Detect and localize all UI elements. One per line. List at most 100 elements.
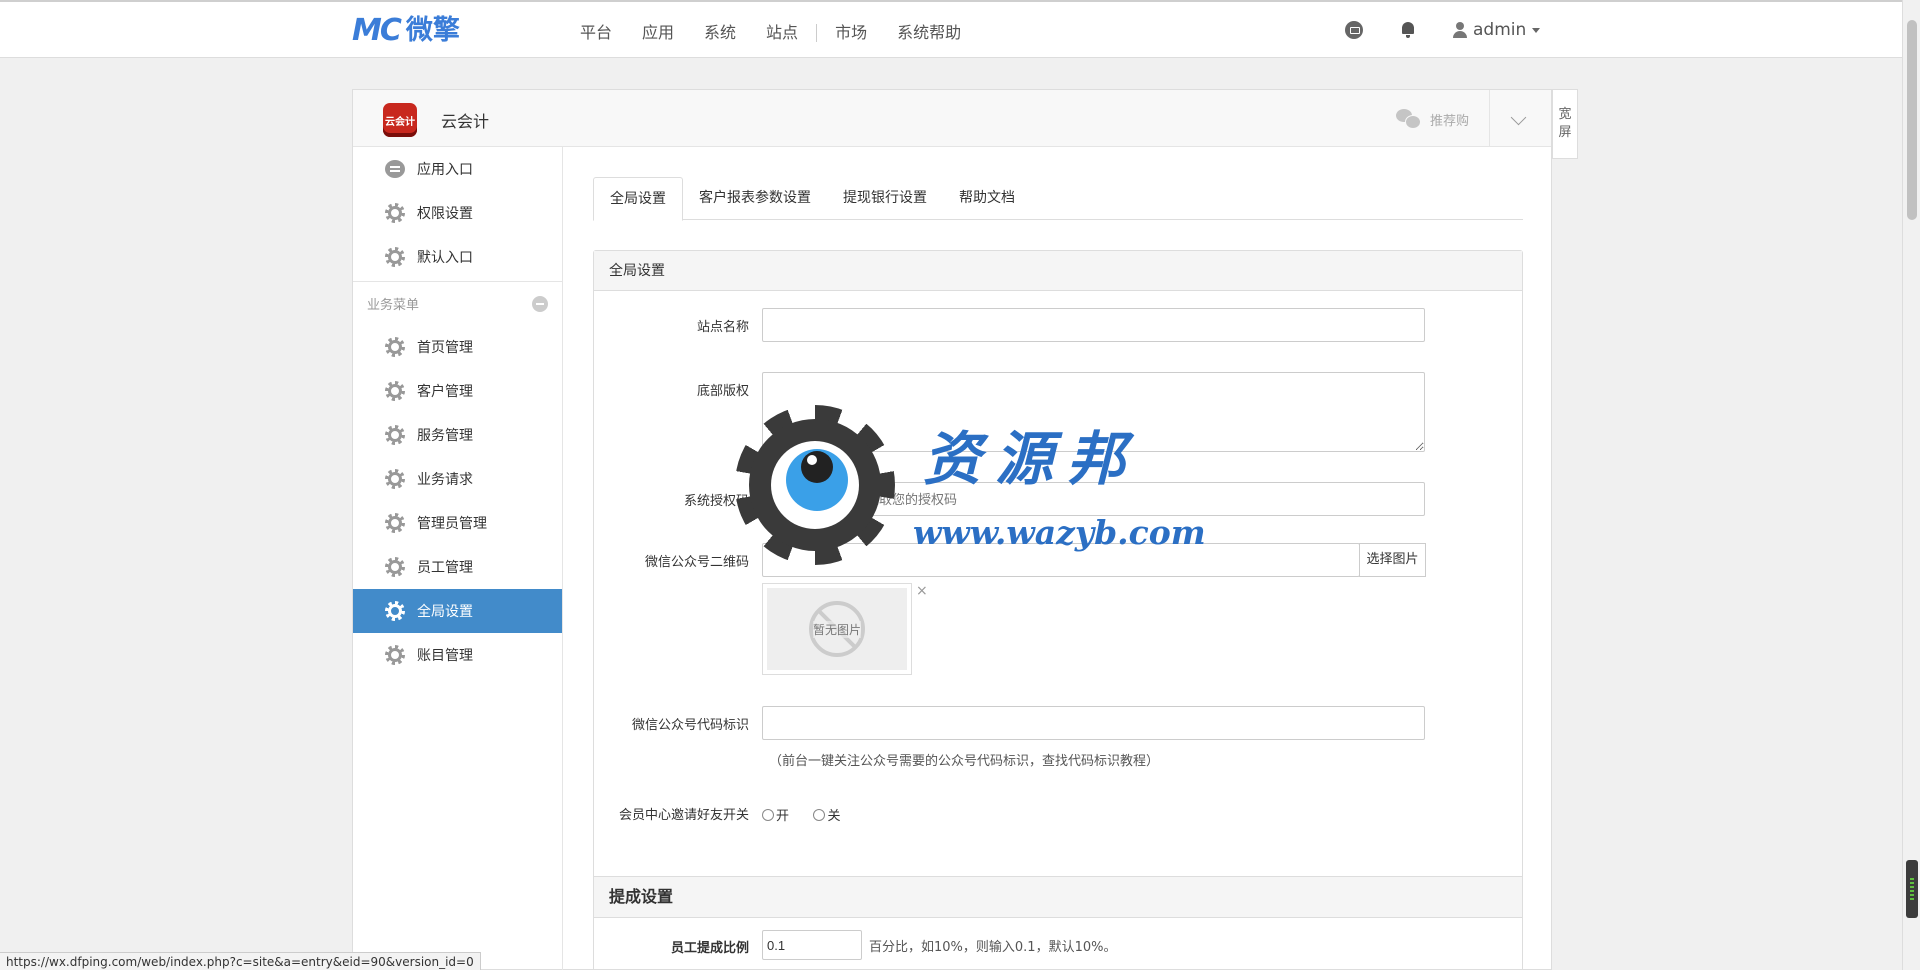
message-icon[interactable]	[1345, 21, 1363, 39]
gear-icon	[385, 425, 405, 445]
sidebar-item-label: 服务管理	[417, 428, 473, 444]
wide-screen-label: 宽	[1558, 107, 1572, 122]
logo-text: 微擎	[405, 15, 460, 46]
invite-off-radio[interactable]: 关	[813, 805, 840, 824]
tab-bank-settings[interactable]: 提现银行设置	[827, 177, 943, 220]
gear-icon	[385, 557, 405, 577]
preview-placeholder: 暂无图片	[767, 588, 907, 670]
no-image-text: 暂无图片	[812, 620, 861, 638]
recommend-link[interactable]: 推荐购	[1396, 109, 1469, 129]
header-divider	[1489, 90, 1490, 147]
qrcode-input[interactable]	[762, 543, 1360, 577]
footer-textarea[interactable]	[762, 372, 1425, 452]
status-bar-url: https://wx.dfping.com/web/index.php?c=si…	[0, 952, 481, 970]
app-logo: 云会计	[383, 103, 417, 137]
sidebar-item-admins[interactable]: 管理员管理	[353, 501, 562, 545]
staff-ratio-input[interactable]	[762, 930, 862, 960]
sidebar-item-permissions[interactable]: 权限设置	[353, 191, 562, 235]
chat-bubble-icon	[385, 160, 405, 178]
settings-tabs: 全局设置 客户报表参数设置 提现银行设置 帮助文档	[593, 177, 1523, 221]
sidebar-item-label: 业务请求	[417, 472, 473, 488]
radio-circle-icon	[813, 808, 826, 821]
scrollbar-thumb[interactable]	[1907, 20, 1917, 220]
radio-circle-icon	[762, 808, 774, 821]
recommend-label: 推荐购	[1430, 113, 1470, 129]
gear-icon	[385, 381, 405, 401]
qrcode-label: 微信公众号二维码	[644, 555, 749, 570]
account-id-input[interactable]	[762, 706, 1425, 740]
commission-section: 提成设置 员工提成比例 百分比，如10%，则输入0.1，默认10%。	[594, 876, 1522, 970]
sidebar-item-default-entry[interactable]: 默认入口	[353, 235, 562, 279]
nav-help[interactable]: 系统帮助	[897, 22, 961, 44]
sidebar-item-global-settings[interactable]: 全局设置	[353, 589, 562, 633]
sidebar-item-app-entry[interactable]: 应用入口	[353, 147, 562, 191]
main-nav: 平台 应用 系统 站点 市场 系统帮助	[580, 22, 991, 44]
gear-icon	[385, 513, 405, 533]
invite-radio-group: 开 关	[762, 805, 860, 825]
auth-code-label: 系统授权码	[683, 494, 749, 509]
collapse-icon[interactable]	[532, 295, 548, 312]
tab-report-params[interactable]: 客户报表参数设置	[683, 177, 827, 220]
invite-on-radio[interactable]: 开	[762, 805, 789, 824]
site-name-label: 站点名称	[696, 320, 749, 335]
main-content: 全局设置 客户报表参数设置 提现银行设置 帮助文档 全局设置 站点名称 底部版权…	[593, 147, 1523, 970]
logo-mark: MC	[352, 13, 402, 48]
top-navbar: MC 微擎 平台 应用 系统 站点 市场 系统帮助 admin	[0, 0, 1902, 58]
sidebar: 应用入口 权限设置 默认入口 业务菜单 首页管理 客户管理 服务管理 业务请求	[353, 147, 563, 970]
sidebar-item-customers[interactable]: 客户管理	[353, 369, 562, 413]
sidebar-item-requests[interactable]: 业务请求	[353, 457, 562, 501]
nav-system[interactable]: 系统	[704, 22, 736, 44]
nav-platform[interactable]: 平台	[580, 22, 612, 44]
sidebar-group-label: 业务菜单	[367, 298, 420, 313]
sidebar-item-accounts[interactable]: 账目管理	[353, 633, 562, 677]
global-settings-box: 全局设置 站点名称 底部版权 系统授权码 微信公众号二维码 选择图片	[593, 250, 1523, 970]
brand-logo[interactable]: MC 微擎	[352, 16, 460, 46]
sidebar-item-services[interactable]: 服务管理	[353, 413, 562, 457]
account-id-label: 微信公众号代码标识	[631, 718, 749, 733]
wechat-icon	[1396, 109, 1421, 129]
gear-icon	[385, 645, 405, 665]
wide-screen-button[interactable]: 宽 屏	[1552, 89, 1578, 159]
gear-icon	[385, 203, 405, 223]
sidebar-item-label: 客户管理	[417, 384, 473, 400]
tab-global-settings[interactable]: 全局设置	[593, 177, 683, 221]
tab-help-docs[interactable]: 帮助文档	[943, 177, 1031, 220]
sidebar-item-label: 全局设置	[417, 604, 473, 620]
staff-ratio-hint: 百分比，如10%，则输入0.1，默认10%。	[869, 940, 1117, 955]
choose-image-button[interactable]: 选择图片	[1359, 543, 1426, 577]
sidebar-group-business[interactable]: 业务菜单	[353, 281, 562, 325]
nav-apps[interactable]: 应用	[642, 22, 674, 44]
top-right-tools: admin	[1345, 20, 1541, 40]
auth-code-input[interactable]	[762, 482, 1425, 516]
user-menu[interactable]: admin	[1453, 20, 1541, 40]
page-scrollbar[interactable]	[1902, 0, 1920, 970]
gear-icon	[385, 601, 405, 621]
nav-market[interactable]: 市场	[835, 22, 867, 44]
sidebar-item-label: 员工管理	[417, 560, 473, 576]
panel-header: 云会计 云会计 推荐购	[353, 90, 1551, 147]
sidebar-item-staff[interactable]: 员工管理	[353, 545, 562, 589]
close-icon[interactable]: ×	[916, 583, 928, 599]
site-name-input[interactable]	[762, 308, 1425, 342]
sidebar-item-label: 应用入口	[417, 162, 473, 178]
nav-site[interactable]: 站点	[766, 22, 798, 44]
footer-label: 底部版权	[696, 384, 749, 399]
radio-label: 开	[776, 809, 790, 824]
bell-icon[interactable]	[1399, 21, 1417, 39]
nav-divider	[816, 24, 818, 42]
app-panel: 云会计 云会计 推荐购 应用入口 权限设置 默认入口 业务菜单 首页管理 客户管…	[352, 89, 1552, 970]
sidebar-item-label: 首页管理	[417, 340, 473, 356]
staff-ratio-label: 员工提成比例	[670, 941, 749, 956]
radio-label: 关	[827, 809, 841, 824]
qrcode-preview: 暂无图片	[762, 583, 912, 675]
chevron-down-icon[interactable]	[1510, 109, 1527, 126]
sidebar-item-label: 账目管理	[417, 648, 473, 664]
side-widget-tab[interactable]	[1906, 860, 1918, 918]
account-id-hint: （前台一键关注公众号需要的公众号代码标识，查找代码标识教程）	[769, 754, 1160, 769]
sidebar-item-label: 管理员管理	[417, 516, 487, 532]
user-name: admin	[1473, 20, 1527, 40]
gear-icon	[385, 469, 405, 489]
commission-title: 提成设置	[594, 876, 1522, 918]
sidebar-item-home[interactable]: 首页管理	[353, 325, 562, 369]
box-title: 全局设置	[594, 251, 1522, 291]
